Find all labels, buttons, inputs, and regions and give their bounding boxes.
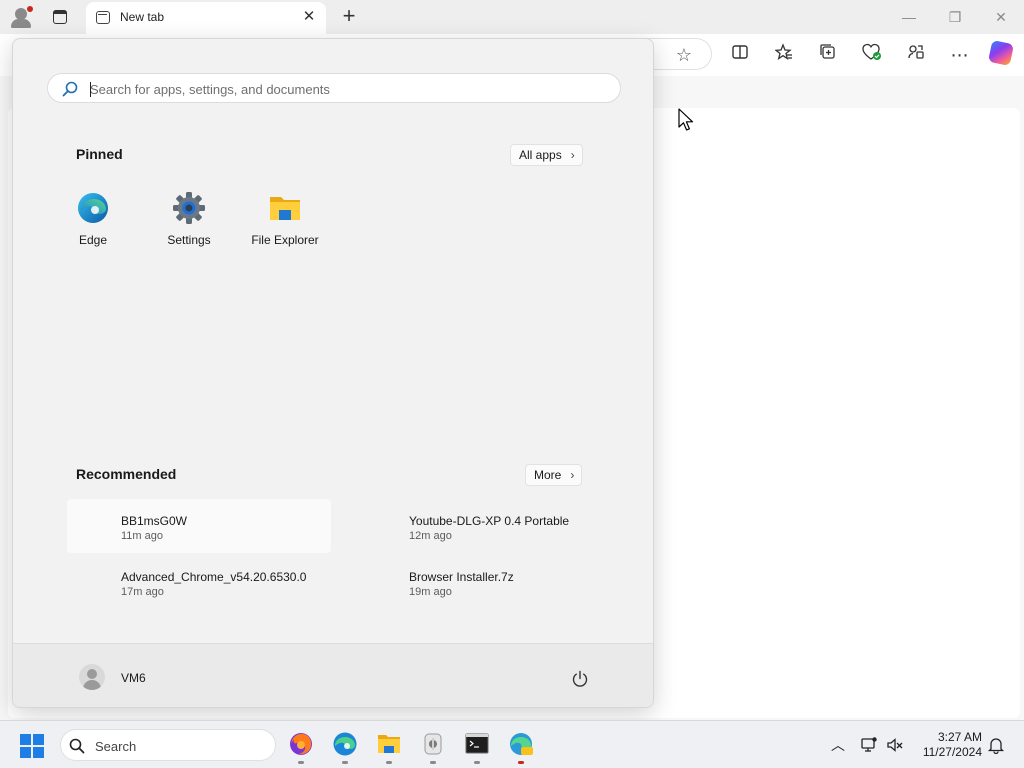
clock-time: 3:27 AM (937, 730, 982, 744)
chevron-right-icon: › (570, 148, 575, 162)
taskbar: Search ︿ 3:27 AM 11/27/2024 (0, 720, 1024, 768)
search-icon (62, 81, 78, 97)
user-name[interactable]: VM6 (121, 671, 146, 685)
pinned-app-label: File Explorer (251, 233, 319, 247)
tab-new-tab[interactable]: New tab ✕ (86, 2, 326, 34)
recommended-item-time: 11m ago (121, 530, 163, 542)
chevron-right-icon: › (570, 468, 575, 482)
all-apps-button[interactable]: All apps › (510, 144, 583, 166)
mouse-cursor-icon (678, 108, 694, 131)
recording-dot-icon (27, 6, 33, 12)
notification-bell-icon[interactable] (987, 736, 1005, 755)
pinned-app-settings[interactable]: Settings (144, 191, 234, 247)
restore-button[interactable]: ❐ (944, 6, 966, 28)
favorite-star-icon[interactable]: ☆ (672, 43, 696, 67)
more-label: More (534, 468, 562, 482)
start-menu-footer: VM6 (13, 643, 653, 707)
close-window-button[interactable]: ✕ (990, 6, 1012, 28)
recommended-item[interactable]: Youtube-DLG-XP 0.4 Portable 12m ago (355, 499, 619, 553)
browser-essentials-icon[interactable] (860, 43, 884, 67)
split-screen-icon[interactable] (728, 43, 752, 67)
recommended-item-time: 17m ago (121, 586, 164, 598)
recommended-title: Recommended (76, 466, 177, 482)
recommended-item-name: Advanced_Chrome_v54.20.6530.0 (121, 570, 307, 584)
recommended-item[interactable]: BB1msG0W 11m ago (67, 499, 331, 553)
user-avatar-icon[interactable] (79, 664, 105, 690)
edge-icon (76, 191, 110, 225)
firefox-icon[interactable] (288, 731, 314, 764)
recommended-item-name: BB1msG0W (121, 514, 188, 528)
recommended-item-time: 19m ago (409, 586, 452, 598)
tab-actions-button[interactable] (50, 7, 70, 27)
terminal-icon[interactable] (464, 731, 490, 764)
taskbar-search-box[interactable]: Search (60, 729, 276, 761)
network-icon[interactable] (860, 736, 878, 754)
start-search-box[interactable] (47, 73, 621, 103)
pinned-app-edge[interactable]: Edge (48, 191, 138, 247)
more-menu-icon[interactable]: ⋯ (948, 43, 972, 67)
recommended-item[interactable]: Advanced_Chrome_v54.20.6530.0 17m ago (67, 555, 331, 609)
pinned-app-label: Edge (78, 233, 108, 247)
tab-close-button[interactable]: ✕ (300, 8, 318, 26)
tab-title: New tab (120, 10, 165, 24)
start-search-input[interactable] (90, 78, 590, 100)
collections-icon[interactable] (816, 43, 840, 67)
text-caret (90, 82, 91, 97)
more-button[interactable]: More › (525, 464, 583, 486)
taskbar-search-label: Search (95, 739, 137, 754)
pinned-title: Pinned (76, 146, 123, 162)
file-explorer-icon[interactable] (376, 731, 402, 764)
windows-start-icon[interactable] (20, 734, 44, 758)
recommended-item-time: 12m ago (409, 530, 452, 542)
all-apps-label: All apps (519, 148, 562, 162)
start-menu: Pinned All apps › Edge (12, 38, 654, 708)
chevron-up-icon[interactable]: ︿ (829, 736, 847, 754)
folder-icon (268, 191, 302, 225)
recommended-item[interactable]: Browser Installer.7z 19m ago (355, 555, 619, 609)
new-tab-button[interactable]: + (338, 4, 360, 28)
app-icon[interactable] (420, 731, 446, 764)
settings-gear-icon (172, 191, 206, 225)
recommended-item-name: Youtube-DLG-XP 0.4 Portable (409, 514, 570, 528)
taskbar-clock[interactable]: 3:27 AM 11/27/2024 (914, 730, 982, 760)
volume-muted-icon[interactable] (886, 736, 904, 754)
power-icon[interactable] (571, 670, 589, 688)
new-tab-favicon-icon (96, 11, 110, 24)
share-icon[interactable] (904, 43, 928, 67)
profile-button[interactable] (8, 4, 36, 30)
edge-canary-icon[interactable] (508, 731, 534, 764)
clock-date: 11/27/2024 (922, 745, 982, 759)
recommended-item-name: Browser Installer.7z (409, 570, 514, 584)
pinned-app-label: Settings (167, 233, 211, 247)
favorites-icon[interactable] (772, 43, 796, 67)
browser-tab-strip: New tab ✕ + — ❐ ✕ (0, 0, 1024, 34)
search-icon (69, 738, 85, 754)
minimize-button[interactable]: — (898, 6, 920, 28)
edge-icon[interactable] (332, 731, 358, 764)
pinned-app-file-explorer[interactable]: File Explorer (240, 191, 330, 247)
